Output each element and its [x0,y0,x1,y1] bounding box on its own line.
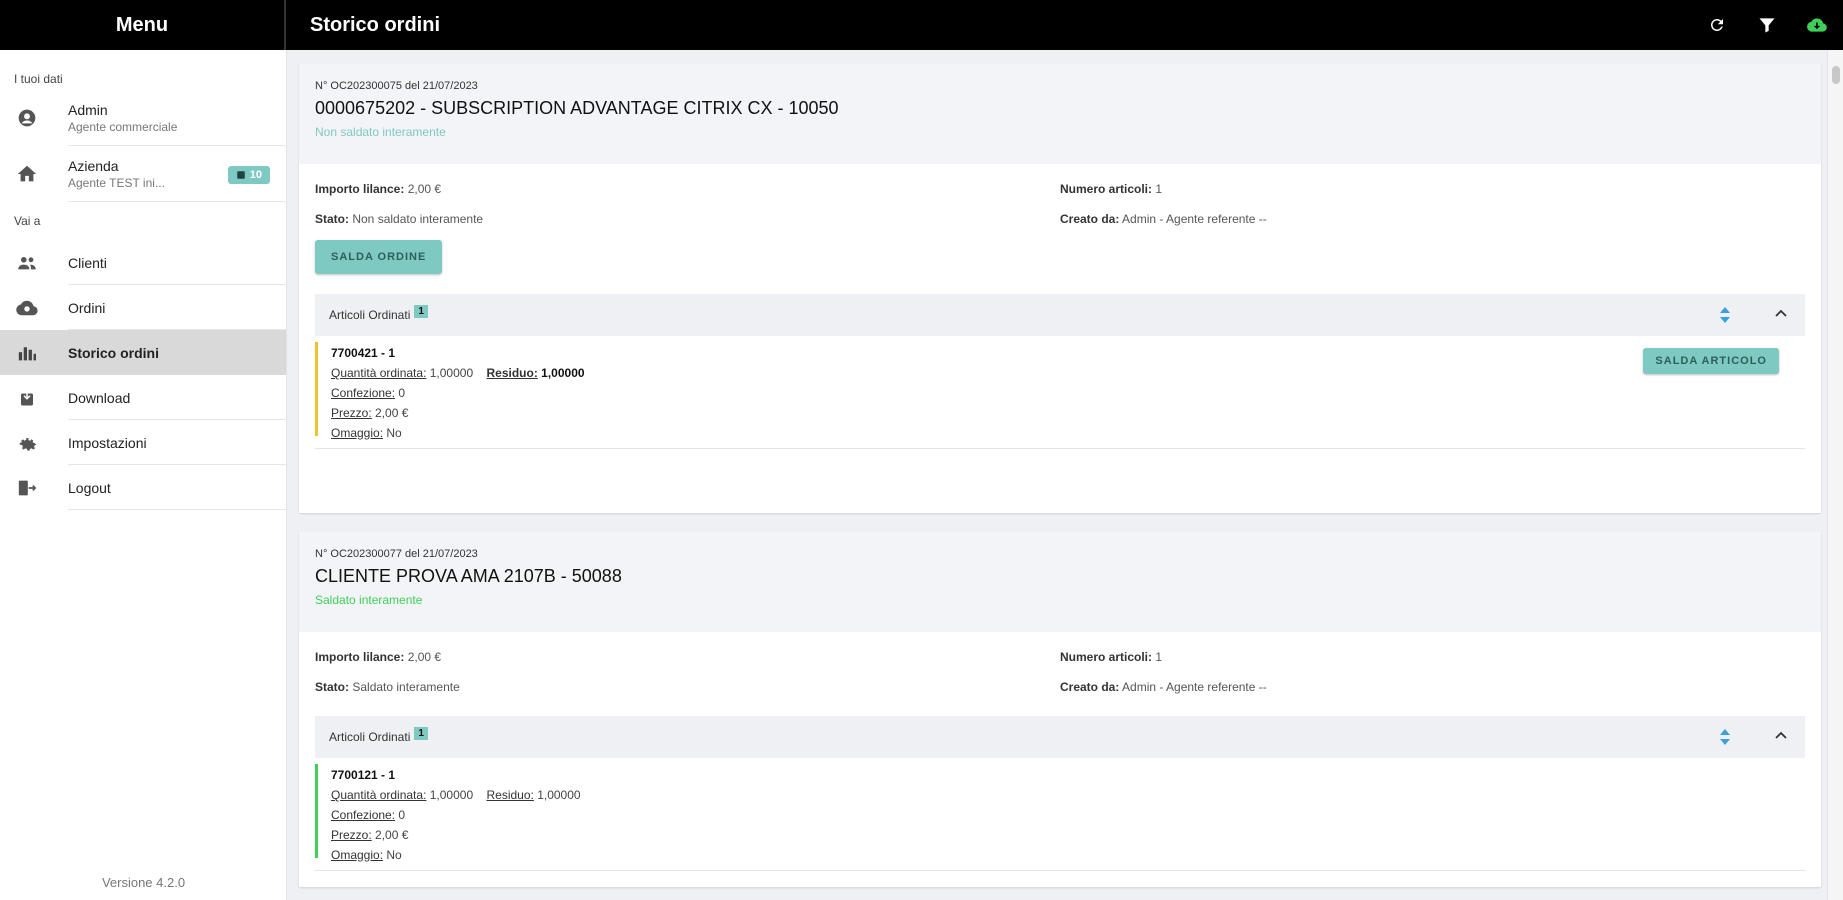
item-omaggio: Omaggio: No [331,848,402,862]
sidebar: I tuoi dati Admin Agente commerciale Azi… [0,50,287,900]
company-name: Azienda [68,158,119,174]
company-badge-count: 10 [249,169,262,181]
item-quantity: Quantità ordinata: 1,00000 Residuo: 1,00… [331,366,585,380]
download-icon [14,389,40,407]
sidebar-item-ordini[interactable]: Ordini [0,285,286,330]
section-label-nav: Vai a [14,214,41,228]
item-status-bar [315,764,318,858]
sidebar-item-storico-ordini[interactable]: Storico ordini [0,330,286,375]
menu-title: Menu [0,0,286,50]
gear-icon [14,433,40,453]
item-quantity: Quantità ordinata: 1,00000 Residuo: 1,00… [331,788,581,802]
order-stato: Stato: Saldato interamente [315,680,460,694]
item-code: 7700121 - 1 [331,768,396,782]
account-circle-icon [14,108,40,128]
items-count-badge: 1 [414,726,428,740]
people-icon [14,255,40,271]
order-header: N° OC202300077 del 21/07/2023 CLIENTE PR… [299,532,1821,632]
cloud-download-icon[interactable] [1805,13,1829,37]
item-confezione: Confezione: 0 [331,808,406,822]
user-name: Admin [68,102,108,118]
sort-icon[interactable] [1719,728,1731,751]
order-body: Importo lilance: 2,00 € Numero articoli:… [299,632,1821,887]
list-item: 7700121 - 1 Quantità ordinata: 1,00000 R… [315,758,1805,871]
company-badge[interactable]: 10 [227,166,270,184]
order-header: N° OC202300075 del 21/07/2023 0000675202… [299,64,1821,164]
order-title: CLIENTE PROVA AMA 2107B - 50088 [315,566,622,586]
company-sub: Agente TEST ini... [68,176,165,190]
item-prezzo: Prezzo: 2,00 € [331,406,409,420]
main-content: N° OC202300075 del 21/07/2023 0000675202… [287,50,1827,900]
main-scrollbar[interactable] [1827,50,1843,900]
sort-icon[interactable] [1719,306,1731,329]
user-profile[interactable]: Admin Agente commerciale [0,90,286,146]
order-stato: Stato: Non saldato interamente [315,212,484,226]
top-bar: Menu Storico ordini [0,0,1843,50]
list-item: 7700421 - 1 Quantità ordinata: 1,00000 R… [315,336,1805,449]
scrollbar-thumb[interactable] [1832,66,1840,84]
order-card: N° OC202300077 del 21/07/2023 CLIENTE PR… [299,532,1821,887]
item-code: 7700421 - 1 [331,346,396,360]
chevron-up-icon[interactable] [1773,306,1789,327]
app-version: Versione 4.2.0 [101,875,186,890]
sidebar-item-label: Clienti [68,254,107,271]
sidebar-item-label: Download [68,389,131,406]
page-title: Storico ordini [310,13,440,36]
filter-icon[interactable] [1755,13,1779,37]
order-card: N° OC202300075 del 21/07/2023 0000675202… [299,64,1821,513]
order-title: 0000675202 - SUBSCRIPTION ADVANTAGE CITR… [315,98,839,118]
company-item[interactable]: Azienda Agente TEST ini... 10 [0,146,286,202]
logout-icon [14,479,40,497]
order-numero-articoli: Numero articoli: 1 [1060,650,1163,664]
order-number: N° OC202300075 del 21/07/2023 [315,80,478,92]
item-status-bar [315,342,318,436]
order-body: Importo lilance: 2,00 € Numero articoli:… [299,164,1821,513]
sidebar-item-label: Ordini [68,299,106,316]
sidebar-item-clienti[interactable]: Clienti [0,240,286,285]
home-icon [14,163,40,185]
user-role: Agente commerciale [68,120,178,134]
sidebar-item-impostazioni[interactable]: Impostazioni [0,420,286,465]
order-number: N° OC202300077 del 21/07/2023 [315,548,478,560]
item-omaggio: Omaggio: No [331,426,402,440]
sidebar-item-logout[interactable]: Logout [0,465,286,510]
sidebar-item-label: Logout [68,479,111,496]
item-prezzo: Prezzo: 2,00 € [331,828,409,842]
items-panel: Articoli Ordinati 1 7700121 - 1 Quantità… [315,716,1805,871]
order-importo: Importo lilance: 2,00 € [315,650,442,664]
item-confezione: Confezione: 0 [331,386,406,400]
order-numero-articoli: Numero articoli: 1 [1060,182,1163,196]
chart-icon [14,344,40,362]
section-label-user: I tuoi dati [14,72,63,86]
sidebar-item-label: Storico ordini [68,344,159,361]
sidebar-item-download[interactable]: Download [0,375,286,420]
order-status: Saldato interamente [315,593,423,607]
order-creato-da: Creato da: Admin - Agente referente -- [1060,680,1267,694]
header-actions [1705,0,1843,50]
order-status: Non saldato interamente [315,125,446,139]
salda-articolo-button[interactable]: SALDA ARTICOLO [1643,348,1779,374]
items-panel-header[interactable]: Articoli Ordinati 1 [315,294,1805,336]
order-creato-da: Creato da: Admin - Agente referente -- [1060,212,1267,226]
refresh-icon[interactable] [1705,13,1729,37]
items-panel-title: Articoli Ordinati [329,308,411,322]
items-count-badge: 1 [414,304,428,318]
sidebar-item-label: Impostazioni [68,434,147,451]
salda-ordine-button[interactable]: SALDA ORDINE [315,240,443,274]
chevron-up-icon[interactable] [1773,728,1789,749]
document-icon [237,171,245,179]
items-panel-header[interactable]: Articoli Ordinati 1 [315,716,1805,758]
order-importo: Importo lilance: 2,00 € [315,182,442,196]
cloud-sync-icon [14,299,40,317]
items-panel-title: Articoli Ordinati [329,730,411,744]
items-panel: Articoli Ordinati 1 7700421 - 1 Quantità… [315,294,1805,497]
